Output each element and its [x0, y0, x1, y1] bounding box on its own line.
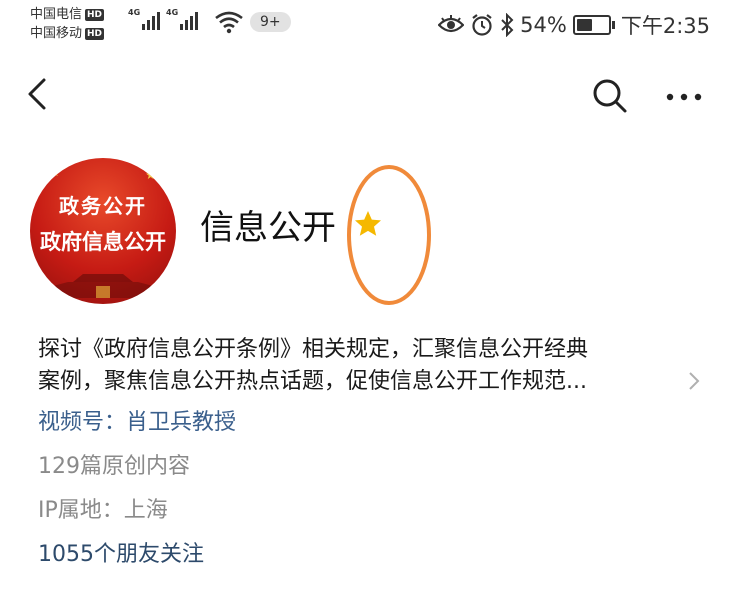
back-icon[interactable] — [22, 76, 52, 112]
battery-percent: 54% — [520, 13, 567, 37]
account-description[interactable]: 探讨《政府信息公开条例》相关规定，汇聚信息公开经典 案例，聚焦信息公开热点话题，… — [38, 334, 698, 398]
avatar-star-decoration: ★ — [145, 168, 156, 182]
avatar-text-line2: 政府信息公开 — [40, 230, 166, 254]
top-nav-bar — [0, 64, 736, 124]
status-bar: 中国电信 HD 中国移动 HD 4G 4G 9+ 54% 下午2:35 — [0, 0, 736, 50]
account-avatar[interactable]: ★ ★ 政务公开 政府信息公开 — [30, 158, 176, 304]
notification-count-badge: 9+ — [250, 12, 291, 32]
hd-badge: HD — [85, 27, 105, 40]
eye-icon — [438, 15, 465, 33]
hd-badge: HD — [85, 8, 105, 21]
network-type-label: 4G — [166, 8, 179, 17]
wifi-icon — [215, 11, 243, 34]
clock-time: 下午2:35 — [620, 14, 710, 38]
tiananmen-icon — [53, 274, 153, 298]
description-line-2: 案例，聚焦信息公开热点话题，促使信息公开工作规范... — [38, 369, 587, 394]
bluetooth-icon — [501, 13, 514, 37]
search-icon[interactable] — [590, 76, 630, 116]
carrier-2-label: 中国移动 — [30, 26, 83, 41]
carrier-info: 中国电信 HD 中国移动 HD — [30, 5, 105, 43]
original-article-count: 129篇原创内容 — [38, 454, 190, 479]
battery-icon — [572, 15, 615, 35]
public-account-profile-page: 中国电信 HD 中国移动 HD 4G 4G 9+ 54% 下午2:35 ★ ★ … — [0, 0, 736, 600]
friends-following-link[interactable]: 1055个朋友关注 — [38, 536, 204, 568]
avatar-star-decoration: ★ — [48, 164, 61, 180]
ip-location: IP属地：上海 — [38, 498, 168, 523]
status-right-group: 54% 下午2:35 — [438, 10, 710, 40]
annotation-circle — [347, 165, 431, 305]
alarm-icon — [472, 14, 492, 36]
description-line-1: 探讨《政府信息公开条例》相关规定，汇聚信息公开经典 — [38, 337, 589, 362]
video-channel-link[interactable]: 视频号：肖卫兵教授 — [38, 404, 236, 436]
network-type-label: 4G — [128, 8, 141, 17]
signal-icon: 4G 4G — [128, 8, 198, 30]
account-name: 信息公开 — [200, 208, 336, 248]
more-icon[interactable] — [662, 82, 706, 112]
carrier-1-label: 中国电信 — [30, 7, 83, 22]
avatar-text-line1: 政务公开 — [59, 194, 147, 218]
chevron-right-icon[interactable] — [686, 370, 702, 392]
